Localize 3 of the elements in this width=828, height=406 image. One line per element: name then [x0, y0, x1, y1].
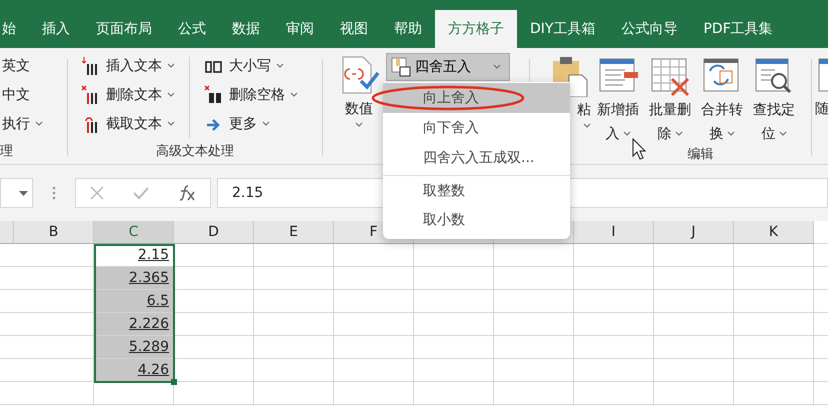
group-label: 理	[0, 143, 13, 161]
group-label: 高级文本处理	[156, 143, 234, 161]
group-label: 编辑	[688, 146, 714, 164]
